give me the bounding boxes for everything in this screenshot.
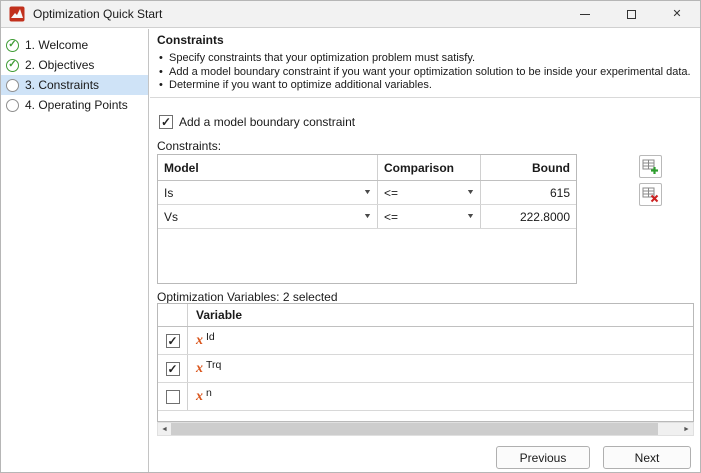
step-label: 3. Constraints bbox=[25, 78, 100, 92]
close-button[interactable]: ✕ bbox=[654, 1, 700, 27]
window-controls: ✕ bbox=[562, 1, 700, 27]
sidebar-step-objectives[interactable]: 2. Objectives bbox=[1, 55, 148, 75]
section-divider bbox=[150, 97, 700, 98]
instruction-item: • Specify constraints that your optimiza… bbox=[159, 52, 691, 66]
chevron-down-icon: ▼ bbox=[363, 213, 373, 220]
column-header-variable: Variable bbox=[196, 308, 243, 322]
checkbox-cell bbox=[158, 383, 188, 410]
minimize-icon bbox=[580, 13, 590, 15]
step-label: 4. Operating Points bbox=[25, 98, 128, 112]
variable-cell: x n bbox=[188, 383, 693, 410]
comparison-dropdown[interactable]: <= ▼ bbox=[378, 181, 481, 204]
instruction-item: • Add a model boundary constraint if you… bbox=[159, 66, 691, 80]
maximize-button[interactable] bbox=[608, 1, 654, 27]
step-complete-icon bbox=[6, 58, 19, 72]
step-label: 2. Objectives bbox=[25, 58, 95, 72]
variable-x-icon: x bbox=[196, 332, 203, 348]
variable-row: x Trq bbox=[158, 355, 693, 383]
next-button[interactable]: Next bbox=[603, 446, 691, 469]
model-value: Is bbox=[164, 185, 174, 200]
column-header-comparison: Comparison bbox=[378, 155, 481, 180]
comparison-value: <= bbox=[384, 209, 399, 224]
variable-name: Id bbox=[206, 330, 215, 343]
variable-name: Trq bbox=[206, 358, 222, 371]
step-label: 1. Welcome bbox=[25, 38, 89, 52]
instruction-item: • Determine if you want to optimize addi… bbox=[159, 79, 691, 93]
instruction-text: Add a model boundary constraint if you w… bbox=[169, 65, 691, 78]
wizard-steps-sidebar: 1. Welcome 2. Objectives 3. Constraints … bbox=[1, 29, 149, 472]
chevron-down-icon: ▼ bbox=[466, 213, 476, 220]
table-delete-icon bbox=[642, 187, 659, 203]
bullet-icon: • bbox=[159, 79, 163, 91]
maximize-icon bbox=[626, 9, 636, 19]
constraint-row: Is ▼ <= ▼ 615 bbox=[158, 181, 576, 205]
checkbox-cell bbox=[158, 327, 188, 354]
model-dropdown[interactable]: Is ▼ bbox=[158, 181, 378, 204]
bound-field[interactable]: 222.8000 bbox=[481, 205, 576, 228]
minimize-button[interactable] bbox=[562, 1, 608, 27]
variable-name: n bbox=[206, 386, 212, 399]
comparison-value: <= bbox=[384, 185, 399, 200]
scroll-left-icon[interactable]: ◄ bbox=[158, 423, 171, 435]
variable-row: x n bbox=[158, 383, 693, 411]
boundary-constraint-checkbox[interactable] bbox=[159, 115, 173, 129]
bullet-icon: • bbox=[159, 65, 163, 78]
column-header-bound: Bound bbox=[532, 160, 570, 175]
chevron-down-icon: ▼ bbox=[363, 189, 373, 196]
instruction-text: Determine if you want to optimize additi… bbox=[169, 79, 432, 91]
constraints-header-row: Model Comparison Bound bbox=[158, 155, 576, 181]
horizontal-scrollbar[interactable]: ◄ ► bbox=[157, 422, 694, 436]
constraints-panel: Constraints • Specify constraints that y… bbox=[150, 29, 700, 472]
checkbox-cell bbox=[158, 355, 188, 382]
title-bar: Optimization Quick Start ✕ bbox=[1, 1, 700, 28]
boundary-constraint-label: Add a model boundary constraint bbox=[179, 115, 356, 129]
scrollbar-thumb[interactable] bbox=[171, 423, 658, 435]
variable-checkbox[interactable] bbox=[165, 333, 180, 348]
boundary-constraint-row: Add a model boundary constraint bbox=[159, 115, 355, 129]
variable-checkbox[interactable] bbox=[165, 361, 180, 376]
constraint-row: Vs ▼ <= ▼ 222.8000 bbox=[158, 205, 576, 229]
variable-x-icon: x bbox=[196, 388, 203, 404]
constraints-table-label: Constraints: bbox=[157, 139, 222, 153]
sidebar-step-constraints[interactable]: 3. Constraints bbox=[1, 75, 148, 95]
column-header-model: Model bbox=[158, 155, 378, 180]
sidebar-step-operating-points[interactable]: 4. Operating Points bbox=[1, 95, 148, 115]
variable-checkbox[interactable] bbox=[165, 389, 180, 404]
page-title: Constraints bbox=[157, 33, 224, 47]
instructions-list: • Specify constraints that your optimiza… bbox=[159, 52, 691, 93]
bullet-icon: • bbox=[159, 52, 163, 64]
optimization-quick-start-window: Optimization Quick Start ✕ 1. Welcome 2.… bbox=[0, 0, 701, 473]
variable-cell: x Id bbox=[188, 327, 693, 354]
optimization-variables-label: Optimization Variables: 2 selected bbox=[157, 290, 338, 304]
constraints-table: Model Comparison Bound Is ▼ <= ▼ 615 Vs … bbox=[157, 154, 577, 284]
variable-row: x Id bbox=[158, 327, 693, 355]
comparison-dropdown[interactable]: <= ▼ bbox=[378, 205, 481, 228]
previous-button[interactable]: Previous bbox=[496, 446, 590, 469]
add-constraint-button[interactable] bbox=[639, 155, 662, 178]
instruction-text: Specify constraints that your optimizati… bbox=[169, 52, 476, 64]
table-add-icon bbox=[642, 159, 658, 174]
optimization-variables-table: Variable x Id x Trq bbox=[157, 303, 694, 422]
step-pending-icon bbox=[6, 78, 19, 92]
step-pending-icon bbox=[6, 98, 19, 112]
variable-x-icon: x bbox=[196, 360, 203, 376]
model-value: Vs bbox=[164, 209, 179, 224]
chevron-down-icon: ▼ bbox=[466, 189, 476, 196]
model-dropdown[interactable]: Vs ▼ bbox=[158, 205, 378, 228]
step-complete-icon bbox=[6, 38, 19, 52]
matlab-app-icon bbox=[9, 6, 25, 22]
bound-field[interactable]: 615 bbox=[481, 181, 576, 204]
variables-header-row: Variable bbox=[158, 304, 693, 327]
window-title: Optimization Quick Start bbox=[33, 7, 163, 21]
delete-constraint-button[interactable] bbox=[639, 183, 662, 206]
variable-cell: x Trq bbox=[188, 355, 693, 382]
select-column-header bbox=[158, 304, 188, 326]
sidebar-step-welcome[interactable]: 1. Welcome bbox=[1, 35, 148, 55]
close-icon: ✕ bbox=[672, 7, 682, 20]
scroll-right-icon[interactable]: ► bbox=[680, 423, 693, 435]
